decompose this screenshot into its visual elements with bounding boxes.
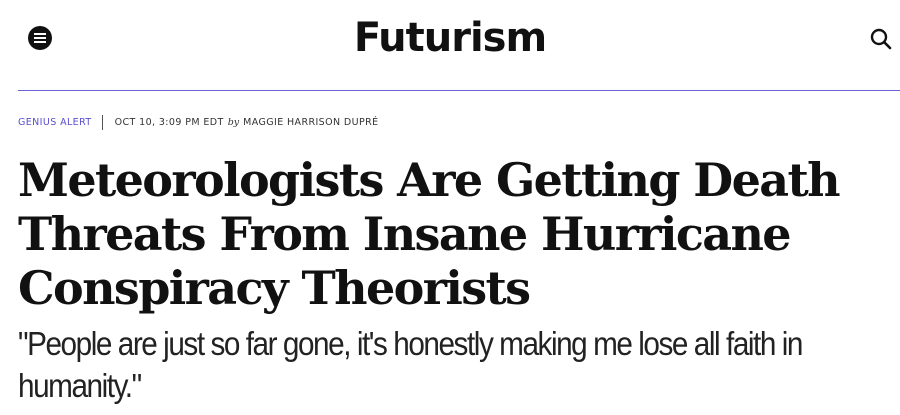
category-link[interactable]: GENIUS ALERT — [18, 117, 92, 128]
publish-date: OCT 10, 3:09 PM EDT — [114, 116, 224, 128]
meta-separator — [101, 114, 103, 130]
site-header: Futurism — [0, 0, 900, 80]
author-link[interactable]: MAGGIE HARRISON DUPRÉ — [243, 117, 378, 128]
header-divider — [18, 90, 900, 91]
article-subheadline: "People are just so far gone, it's hones… — [18, 325, 803, 404]
search-icon-graphic — [870, 28, 892, 50]
article-headline: Meteorologists Are Getting Death Threats… — [18, 153, 841, 315]
byline-by: by — [227, 116, 240, 128]
site-logo[interactable]: Futurism — [0, 14, 900, 62]
article-meta: GENIUS ALERT OCT 10, 3:09 PM EDT by MAGG… — [18, 114, 379, 130]
search-icon[interactable] — [868, 26, 894, 52]
